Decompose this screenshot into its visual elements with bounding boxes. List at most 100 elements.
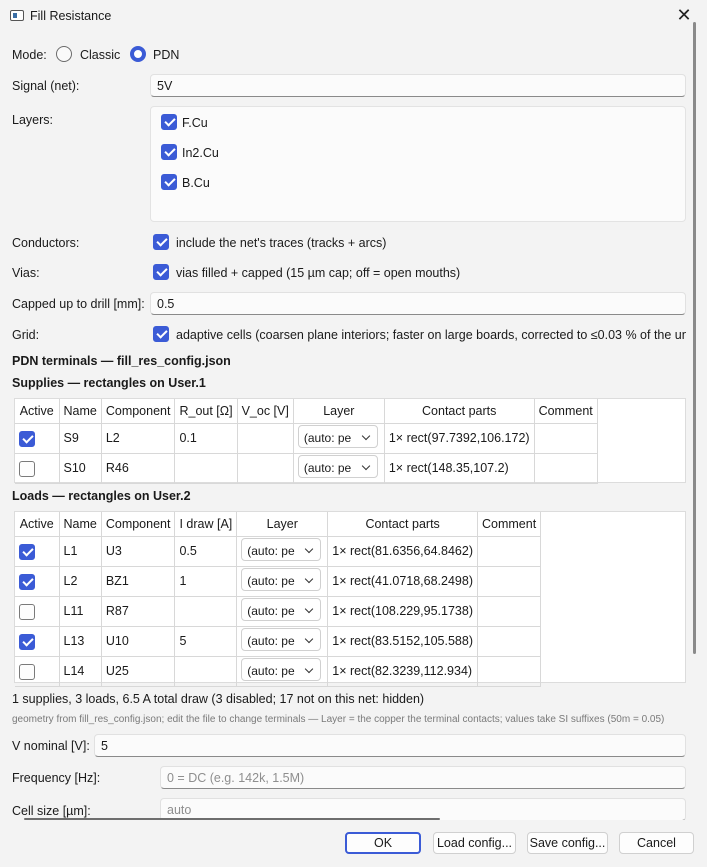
load-comment[interactable]: [477, 566, 542, 597]
table-row: L2 BZ1 1 (auto: pe 1× rect(41.0718,68.24…: [15, 566, 542, 597]
load-i-draw[interactable]: [174, 596, 238, 627]
load-contact-parts[interactable]: 1× rect(83.5152,105.588): [327, 626, 478, 657]
loads-heading: Loads — rectangles on User.2: [12, 489, 191, 503]
col-r-out: R_out [Ω]: [174, 399, 238, 424]
load-name[interactable]: L14: [59, 656, 102, 687]
layer-checkbox-fcu[interactable]: [161, 114, 177, 130]
supply-contact-parts[interactable]: 1× rect(97.7392,106.172): [384, 423, 535, 454]
app-window-icon: [10, 10, 24, 21]
title-bar: Fill Resistance ✕: [0, 0, 707, 32]
load-i-draw[interactable]: 5: [174, 626, 238, 657]
chevron-down-icon: [361, 461, 371, 471]
load-name[interactable]: L11: [59, 596, 102, 627]
close-button[interactable]: ✕: [661, 0, 707, 32]
supply-active-checkbox[interactable]: [19, 460, 35, 477]
load-i-draw[interactable]: [174, 656, 238, 687]
layer-dropdown[interactable]: (auto: pe: [241, 658, 322, 681]
conductors-label: Conductors:: [12, 236, 80, 250]
load-comment[interactable]: [477, 536, 542, 567]
load-contact-parts[interactable]: 1× rect(41.0718,68.2498): [327, 566, 478, 597]
load-active-checkbox[interactable]: [19, 603, 35, 620]
col-name: Name: [59, 399, 102, 424]
frequency-label: Frequency [Hz]:: [12, 771, 101, 785]
table-row: L11 R87 (auto: pe 1× rect(108.229,95.173…: [15, 596, 542, 627]
col-component: Component: [101, 399, 176, 424]
col-active: Active: [15, 512, 60, 537]
load-name[interactable]: L1: [59, 536, 102, 567]
layer-dropdown[interactable]: (auto: pe: [297, 455, 378, 478]
load-component[interactable]: U25: [101, 656, 176, 687]
load-name[interactable]: L2: [59, 566, 102, 597]
supply-name[interactable]: S9: [59, 423, 102, 454]
vias-checkbox[interactable]: [153, 264, 169, 280]
layer-checkbox-bcu[interactable]: [161, 174, 177, 190]
load-comment[interactable]: [477, 596, 542, 627]
mode-classic-radio[interactable]: [56, 46, 72, 62]
ok-button[interactable]: OK: [345, 832, 421, 854]
load-i-draw[interactable]: 1: [174, 566, 238, 597]
layer-dropdown[interactable]: (auto: pe: [241, 538, 322, 561]
load-component[interactable]: R87: [101, 596, 176, 627]
cell-size-label: Cell size [µm]:: [12, 804, 91, 818]
supply-active-checkbox[interactable]: [19, 430, 35, 447]
supply-comment[interactable]: [534, 453, 598, 484]
supply-component[interactable]: L2: [101, 423, 176, 454]
supply-component[interactable]: R46: [101, 453, 176, 484]
layer-dropdown[interactable]: (auto: pe: [241, 568, 322, 591]
col-contact-parts: Contact parts: [384, 399, 535, 424]
layers-label: Layers:: [12, 113, 53, 127]
load-contact-parts[interactable]: 1× rect(81.6356,64.8462): [327, 536, 478, 567]
horizontal-scrollbar[interactable]: [24, 818, 440, 820]
supply-name[interactable]: S10: [59, 453, 102, 484]
capped-drill-field[interactable]: 0.5: [150, 292, 686, 315]
load-name[interactable]: L13: [59, 626, 102, 657]
load-active-checkbox[interactable]: [19, 543, 35, 560]
vertical-scrollbar[interactable]: [693, 22, 696, 654]
save-config-button[interactable]: Save config...: [527, 832, 608, 854]
supply-r-out[interactable]: 0.1: [174, 423, 238, 454]
v-nominal-label: V nominal [V]:: [12, 739, 90, 753]
supply-comment[interactable]: [534, 423, 598, 454]
load-component[interactable]: BZ1: [101, 566, 176, 597]
load-i-draw[interactable]: 0.5: [174, 536, 238, 567]
v-nominal-field[interactable]: 5: [94, 734, 686, 757]
supply-contact-parts[interactable]: 1× rect(148.35,107.2): [384, 453, 535, 484]
layer-dropdown[interactable]: (auto: pe: [297, 425, 378, 448]
grid-adaptive-checkbox[interactable]: [153, 326, 169, 342]
supply-r-out[interactable]: [174, 453, 238, 484]
cancel-button[interactable]: Cancel: [619, 832, 694, 854]
layer-checkbox-in2cu[interactable]: [161, 144, 177, 160]
col-v-oc: V_oc [V]: [237, 399, 294, 424]
supply-v-oc[interactable]: [237, 423, 294, 454]
load-component[interactable]: U3: [101, 536, 176, 567]
grid-text: adaptive cells (coarsen plane interiors;…: [176, 328, 686, 342]
layers-list: F.Cu In2.Cu B.Cu: [150, 106, 686, 222]
mode-pdn-radio[interactable]: [130, 46, 146, 62]
load-contact-parts[interactable]: 1× rect(82.3239,112.934): [327, 656, 478, 687]
load-active-checkbox[interactable]: [19, 663, 35, 680]
supply-v-oc[interactable]: [237, 453, 294, 484]
col-layer: Layer: [293, 399, 385, 424]
table-row: L13 U10 5 (auto: pe 1× rect(83.5152,105.…: [15, 626, 542, 657]
load-active-checkbox[interactable]: [19, 573, 35, 590]
cell-size-field[interactable]: auto: [160, 798, 686, 820]
conductors-checkbox[interactable]: [153, 234, 169, 250]
load-contact-parts[interactable]: 1× rect(108.229,95.1738): [327, 596, 478, 627]
load-comment[interactable]: [477, 656, 542, 687]
terminal-summary: 1 supplies, 3 loads, 6.5 A total draw (3…: [12, 692, 425, 706]
load-active-checkbox[interactable]: [19, 633, 35, 650]
grid-label: Grid:: [12, 328, 40, 342]
layer-dropdown[interactable]: (auto: pe: [241, 628, 322, 651]
load-comment[interactable]: [477, 626, 542, 657]
chevron-down-icon: [305, 664, 314, 674]
supplies-table: Active Name Component R_out [Ω] V_oc [V]…: [14, 398, 686, 484]
layer-dropdown[interactable]: (auto: pe: [241, 598, 322, 621]
load-config-button[interactable]: Load config...: [433, 832, 516, 854]
capped-drill-label: Capped up to drill [mm]:: [12, 297, 145, 311]
col-name: Name: [59, 512, 102, 537]
frequency-field[interactable]: 0 = DC (e.g. 142k, 1.5M): [160, 766, 686, 789]
load-component[interactable]: U10: [101, 626, 176, 657]
signal-net-field[interactable]: 5V: [150, 74, 686, 97]
supplies-header-row: Active Name Component R_out [Ω] V_oc [V]…: [15, 399, 598, 424]
col-contact-parts: Contact parts: [327, 512, 478, 537]
